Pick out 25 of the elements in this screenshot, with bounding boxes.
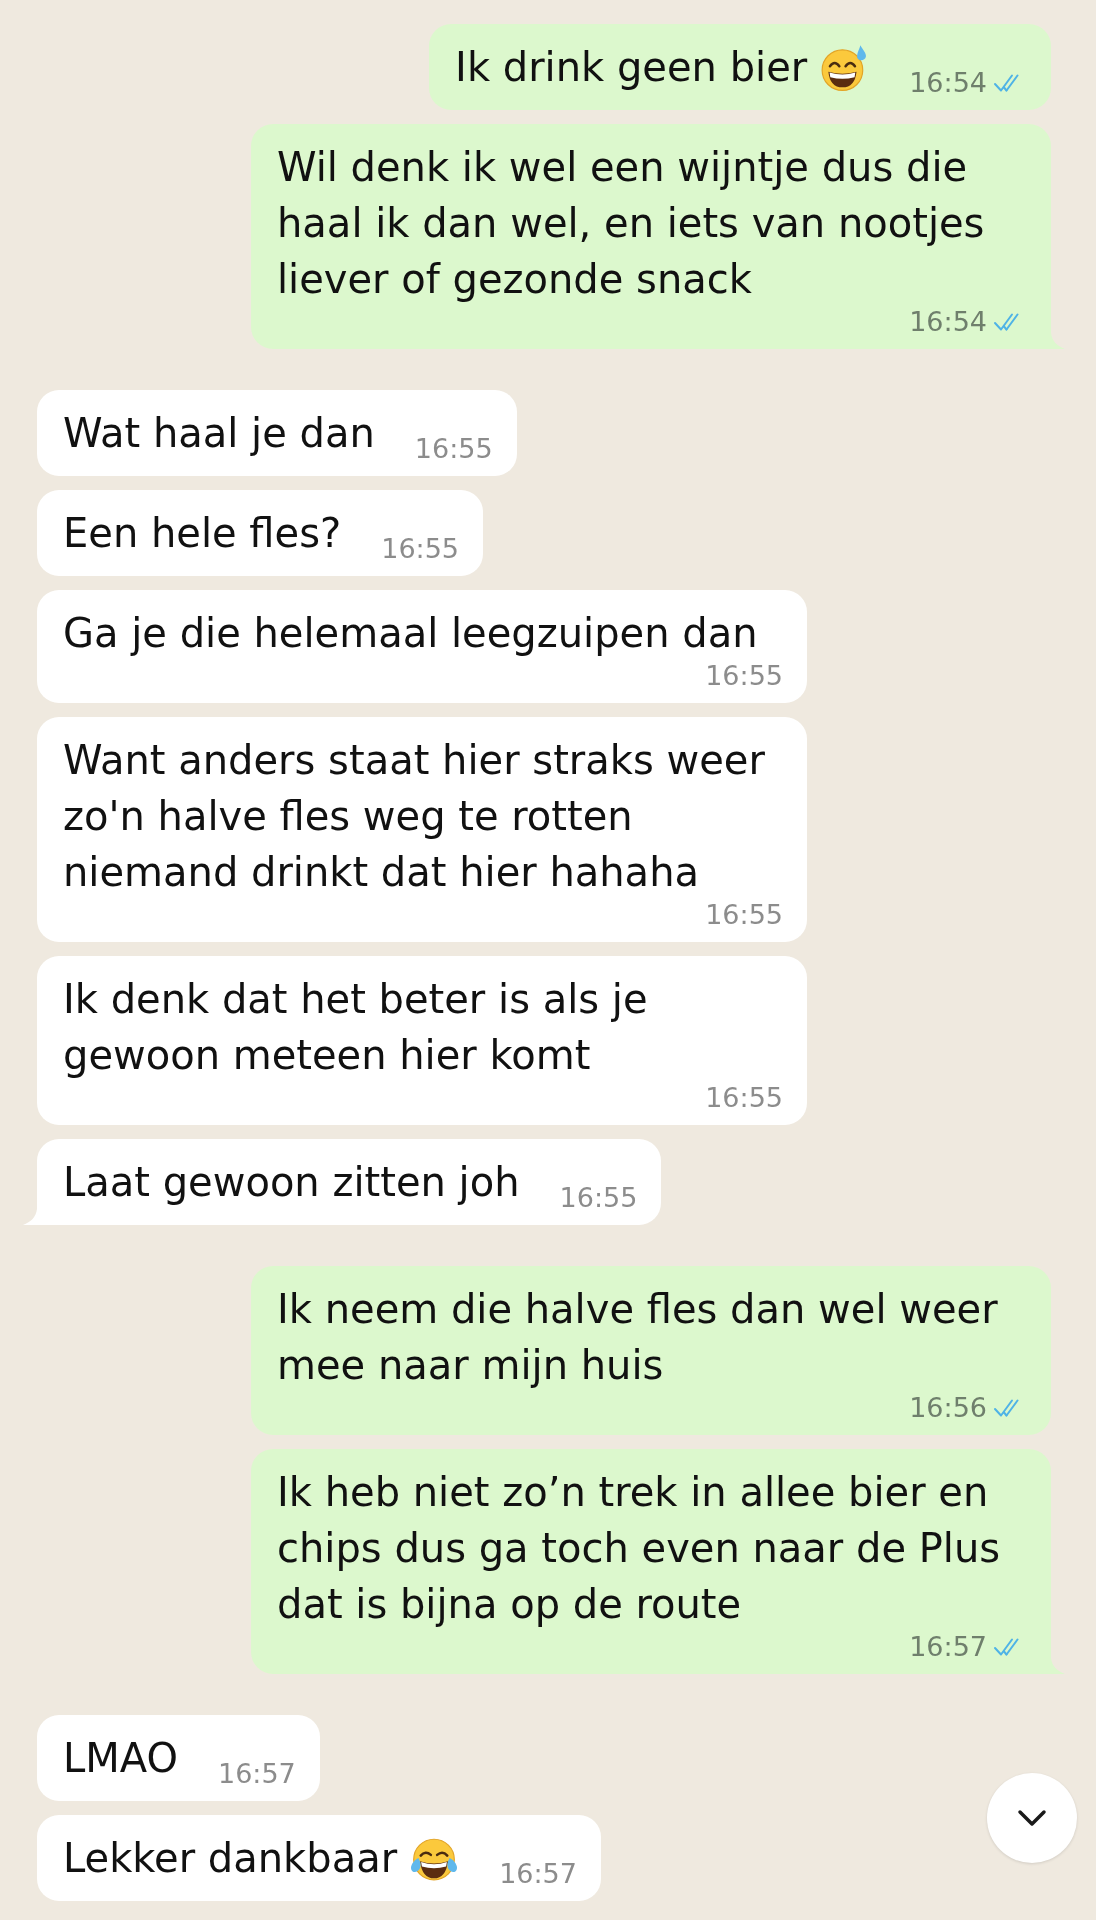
message-text: Lekker dankbaar xyxy=(63,1834,398,1883)
message-text: Ik neem die halve fles dan wel weer mee naar mijn huis xyxy=(277,1285,999,1390)
message-text: Ga je die helemaal leegzuipen dan xyxy=(63,609,758,658)
message-time: 16:56 xyxy=(909,1393,987,1423)
message-text: Want anders staat hier straks weer zo'n halve fles weg te rotten niemand drinkt dat hier hahaha xyxy=(63,736,766,897)
message-text: Wat haal je dan xyxy=(63,409,375,458)
message-time: 16:55 xyxy=(559,1183,638,1213)
message-time: 16:57 xyxy=(909,1632,987,1662)
message-time: 16:55 xyxy=(705,661,783,691)
message-time: 16:55 xyxy=(381,534,460,564)
message-text: Wil denk ik wel een wijntje dus die haal ik dan wel, en iets van nootjes liever of gezonde snack xyxy=(277,143,986,304)
message-time: 16:55 xyxy=(414,434,493,464)
message-text: Ik heb niet zo’n trek in allee bier en chips dus ga toch even naar de Plus dat is bijna op de route xyxy=(277,1468,1002,1629)
message-text: Laat gewoon zitten joh xyxy=(63,1158,520,1207)
message-text: Een hele fles? xyxy=(63,509,342,558)
message-text: Ik drink geen bier xyxy=(455,43,808,92)
message-time: 16:54 xyxy=(909,307,987,337)
message-time: 16:55 xyxy=(705,1083,783,1113)
message-time: 16:57 xyxy=(217,1759,296,1789)
message-text: LMAO xyxy=(63,1734,178,1783)
message-time: 16:57 xyxy=(499,1859,577,1889)
message-text: Ik denk dat het beter is als je gewoon meteen hier komt xyxy=(63,975,649,1080)
message-time: 16:55 xyxy=(705,900,783,930)
message-time: 16:54 xyxy=(909,68,987,98)
chevron-down-icon xyxy=(1017,1809,1047,1827)
